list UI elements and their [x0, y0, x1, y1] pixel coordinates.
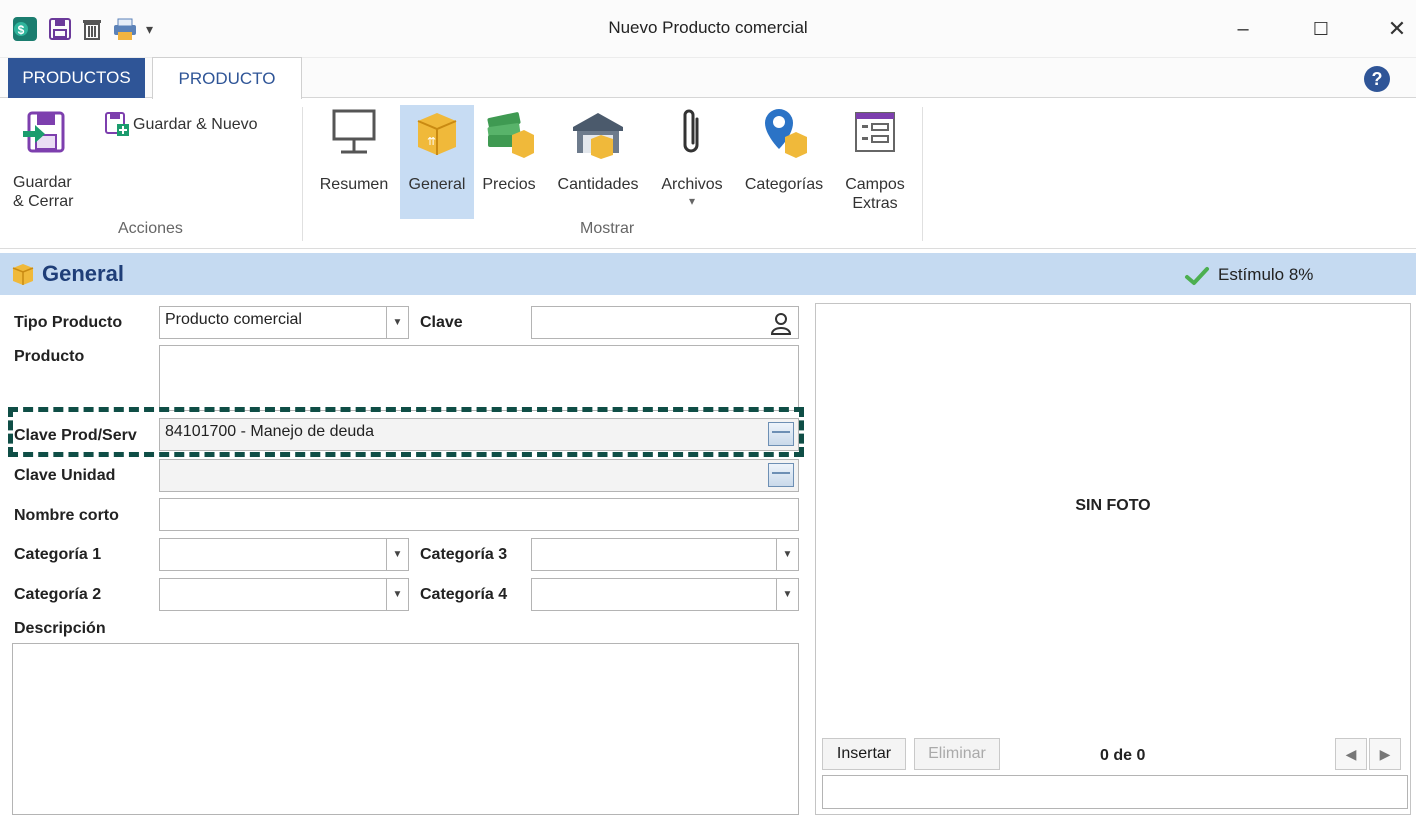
- tipo-producto-select[interactable]: Producto comercial ▼: [159, 306, 409, 339]
- cantidades-label: Cantidades: [557, 176, 639, 193]
- producto-input[interactable]: [159, 345, 799, 411]
- chevron-down-icon[interactable]: ▼: [386, 307, 408, 338]
- section-header: General Estímulo 8%: [0, 253, 1416, 295]
- categoria1-select[interactable]: ▼: [159, 538, 409, 571]
- ribbon-separator: [922, 107, 923, 241]
- delete-photo-button[interactable]: Eliminar: [914, 738, 1000, 770]
- no-photo-placeholder: SIN FOTO: [1075, 497, 1151, 514]
- photo-caption-input[interactable]: [822, 775, 1408, 809]
- save-new-button[interactable]: Guardar & Nuevo: [104, 111, 258, 137]
- resumen-button[interactable]: Resumen: [312, 105, 396, 213]
- categoria1-label: Categoría 1: [14, 546, 102, 563]
- save-new-label: Guardar & Nuevo: [133, 115, 258, 133]
- money-icon: [487, 112, 534, 158]
- archivos-dropdown-icon: ▾: [688, 194, 696, 208]
- categorias-button[interactable]: Categorías: [735, 105, 833, 213]
- archivos-label: Archivos: [661, 176, 723, 193]
- tipo-producto-label: Tipo Producto: [14, 314, 123, 331]
- descripcion-textarea[interactable]: [12, 643, 799, 815]
- maximize-button[interactable]: ☐: [1304, 14, 1338, 44]
- categoria2-select[interactable]: ▼: [159, 578, 409, 611]
- tab-productos[interactable]: PRODUCTOS: [8, 58, 145, 98]
- categorias-label: Categorías: [744, 176, 824, 193]
- campos-extras-label: Campos Extras: [845, 176, 905, 212]
- help-icon[interactable]: ?: [1364, 66, 1390, 92]
- categoria3-select[interactable]: ▼: [531, 538, 799, 571]
- general-button[interactable]: ⇈ General: [400, 105, 474, 219]
- clave-unidad-input[interactable]: [159, 459, 799, 492]
- tab-producto[interactable]: PRODUCTO: [152, 57, 302, 99]
- archivos-button[interactable]: Archivos ▾: [652, 105, 732, 225]
- producto-label: Producto: [14, 348, 85, 365]
- section-title: General: [42, 261, 124, 286]
- categoria3-label: Categoría 3: [420, 546, 508, 563]
- precios-label: Precios: [482, 176, 536, 193]
- minimize-button[interactable]: –: [1226, 14, 1260, 44]
- ribbon-tabs: PRODUCTOS PRODUCTO ?: [0, 57, 1416, 99]
- chevron-down-icon[interactable]: ▼: [386, 579, 408, 610]
- user-search-icon[interactable]: [768, 310, 794, 336]
- form-icon: [855, 112, 895, 152]
- tipo-producto-value: Producto comercial: [165, 311, 302, 328]
- close-button[interactable]: ✕: [1380, 14, 1414, 44]
- clave-input[interactable]: [531, 306, 799, 339]
- precios-button[interactable]: Precios: [476, 105, 542, 213]
- monitor-icon: [332, 109, 376, 154]
- campos-extras-button[interactable]: Campos Extras: [834, 105, 916, 225]
- next-photo-button[interactable]: ▶: [1369, 738, 1401, 770]
- check-icon: [1185, 267, 1209, 285]
- svg-text:⇈: ⇈: [427, 135, 436, 148]
- prev-photo-button[interactable]: ◀: [1335, 738, 1367, 770]
- chevron-down-icon[interactable]: ▼: [386, 539, 408, 570]
- save-close-label: Guardar & Cerrar: [13, 174, 74, 210]
- ribbon: Guardar & Cerrar Guardar & Nuevo Accione…: [0, 99, 1416, 249]
- ribbon-separator: [302, 107, 303, 241]
- box-icon: [12, 264, 34, 285]
- insert-photo-button[interactable]: Insertar: [822, 738, 906, 770]
- categoria4-select[interactable]: ▼: [531, 578, 799, 611]
- group-label-mostrar: Mostrar: [580, 220, 635, 237]
- general-label: General: [408, 176, 466, 193]
- descripcion-label: Descripción: [14, 620, 106, 637]
- save-new-icon: [105, 112, 129, 136]
- window-title: Nuevo Producto comercial: [608, 18, 808, 37]
- warehouse-icon: [573, 113, 623, 159]
- photo-panel: SIN FOTO Insertar Eliminar 0 de 0 ◀ ▶: [815, 303, 1411, 815]
- cantidades-button[interactable]: Cantidades: [546, 105, 650, 213]
- nombre-corto-input[interactable]: [159, 498, 799, 531]
- photo-pager: 0 de 0: [1100, 747, 1146, 764]
- location-pin-icon: [765, 109, 807, 158]
- box-icon: ⇈: [417, 113, 457, 155]
- clave-unidad-label: Clave Unidad: [14, 467, 116, 484]
- save-close-button[interactable]: Guardar & Cerrar: [13, 107, 76, 211]
- clave-label: Clave: [420, 314, 463, 331]
- title-bar: $ ▾ Nuevo Producto comercial – ☐ ✕: [0, 0, 1416, 58]
- chevron-down-icon[interactable]: ▼: [776, 539, 798, 570]
- nombre-corto-label: Nombre corto: [14, 507, 119, 524]
- categoria4-label: Categoría 4: [420, 586, 508, 603]
- paperclip-icon: [683, 109, 699, 153]
- highlight-box: [8, 407, 804, 457]
- lookup-icon[interactable]: [768, 463, 794, 487]
- resumen-label: Resumen: [319, 176, 389, 193]
- stimulus-status: Estímulo 8%: [1218, 265, 1314, 284]
- categoria2-label: Categoría 2: [14, 586, 102, 603]
- save-close-icon: [23, 111, 65, 153]
- chevron-down-icon[interactable]: ▼: [776, 579, 798, 610]
- group-label-acciones: Acciones: [118, 220, 183, 237]
